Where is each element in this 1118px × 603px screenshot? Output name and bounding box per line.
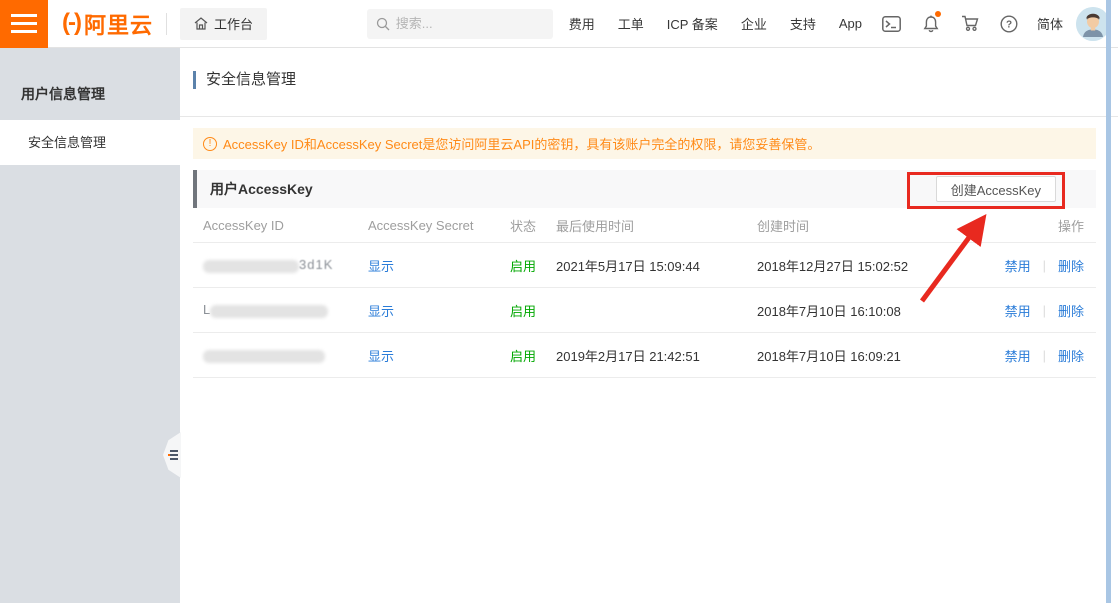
op-separator: | (1043, 258, 1046, 273)
table-row: 显示 启用 2019年2月17日 21:42:51 2018年7月10日 16:… (193, 332, 1096, 377)
col-status: 状态 (510, 216, 556, 235)
search-input[interactable] (396, 16, 526, 31)
table-section-title: 用户AccessKey (210, 179, 313, 199)
warning-text: AccessKey ID和AccessKey Secret是您访问阿里云API的… (223, 134, 820, 153)
col-last-used: 最后使用时间 (556, 216, 757, 235)
disable-link[interactable]: 禁用 (1005, 346, 1031, 365)
nav-link-support[interactable]: 支持 (790, 14, 816, 33)
op-separator: | (1043, 348, 1046, 363)
nav-icon-group: ? (882, 14, 1019, 34)
nav-link-tickets[interactable]: 工单 (618, 14, 644, 33)
warning-icon: ! (203, 137, 217, 151)
accesskey-warning-banner: ! AccessKey ID和AccessKey Secret是您访问阿里云AP… (193, 128, 1096, 159)
status-enabled: 启用 (510, 346, 556, 365)
search-icon (376, 17, 390, 31)
sidebar-item-security-info[interactable]: 安全信息管理 (0, 120, 180, 165)
status-enabled: 启用 (510, 301, 556, 320)
created-time: 2018年7月10日 16:10:08 (757, 301, 946, 320)
scrollbar-strip[interactable] (1106, 0, 1111, 603)
home-icon (194, 17, 208, 30)
show-secret-link[interactable]: 显示 (368, 304, 394, 319)
accesskey-secret-cell: 显示 (368, 301, 510, 320)
workbench-button[interactable]: 工作台 (180, 8, 267, 40)
table-section-header: 用户AccessKey 创建AccessKey (193, 170, 1096, 208)
cart-icon[interactable] (960, 14, 980, 34)
col-operations: 操作 (946, 216, 1084, 235)
row-operations: 禁用 | 删除 (946, 346, 1084, 365)
top-navbar: (-) 阿里云 工作台 费用 工单 ICP 备案 企业 支持 App ? 简体 (0, 0, 1118, 48)
hamburger-menu-icon[interactable] (0, 0, 48, 48)
delete-link[interactable]: 删除 (1058, 346, 1084, 365)
last-used-time: 2019年2月17日 21:42:51 (556, 346, 757, 365)
accesskey-secret-cell: 显示 (368, 346, 510, 365)
main-content: 安全信息管理 ! AccessKey ID和AccessKey Secret是您… (180, 48, 1118, 603)
col-accesskey-id: AccessKey ID (203, 218, 368, 233)
help-icon[interactable]: ? (999, 14, 1019, 34)
op-separator: | (1043, 303, 1046, 318)
page-title: 安全信息管理 (193, 71, 296, 89)
row-operations: 禁用 | 删除 (946, 301, 1084, 320)
disable-link[interactable]: 禁用 (1005, 256, 1031, 275)
accesskey-secret-cell: 显示 (368, 256, 510, 275)
user-avatar[interactable] (1076, 7, 1110, 41)
nav-link-icp[interactable]: ICP 备案 (667, 14, 718, 33)
accesskey-table-card: 用户AccessKey 创建AccessKey AccessKey ID Acc… (193, 170, 1096, 378)
show-secret-link[interactable]: 显示 (368, 349, 394, 364)
show-secret-link[interactable]: 显示 (368, 259, 394, 274)
nav-divider (166, 13, 167, 35)
cloudshell-icon[interactable] (882, 14, 902, 34)
language-switch[interactable]: 简体 (1037, 14, 1063, 33)
table-column-header: AccessKey ID AccessKey Secret 状态 最后使用时间 … (193, 208, 1096, 242)
table-row: 3d1K 显示 启用 2021年5月17日 15:09:44 2018年12月2… (193, 242, 1096, 287)
collapse-icon (170, 450, 178, 460)
notification-dot (935, 11, 941, 17)
disable-link[interactable]: 禁用 (1005, 301, 1031, 320)
created-time: 2018年7月10日 16:09:21 (757, 346, 946, 365)
nav-link-app[interactable]: App (839, 16, 862, 31)
status-enabled: 启用 (510, 256, 556, 275)
delete-link[interactable]: 删除 (1058, 256, 1084, 275)
accesskey-id-redacted (203, 347, 368, 362)
col-accesskey-secret: AccessKey Secret (368, 218, 510, 233)
nav-links: 费用 工单 ICP 备案 企业 支持 App (569, 14, 862, 33)
nav-link-billing[interactable]: 费用 (569, 14, 595, 33)
created-time: 2018年12月27日 15:02:52 (757, 256, 946, 275)
svg-text:?: ? (1006, 19, 1012, 30)
sidebar: 用户信息管理 安全信息管理 (0, 48, 180, 603)
last-used-time: 2021年5月17日 15:09:44 (556, 256, 757, 275)
accesskey-id-redacted: L (203, 302, 368, 317)
aliyun-logo-icon: (-) (62, 9, 80, 37)
workbench-label: 工作台 (214, 14, 253, 33)
sidebar-group-title: 用户信息管理 (0, 48, 180, 120)
notification-bell-icon[interactable] (921, 14, 941, 34)
nav-link-enterprise[interactable]: 企业 (741, 14, 767, 33)
aliyun-logo-text: 阿里云 (84, 8, 153, 40)
aliyun-logo[interactable]: (-) 阿里云 (62, 8, 153, 40)
row-operations: 禁用 | 删除 (946, 256, 1084, 275)
search-box[interactable] (367, 9, 553, 39)
accesskey-id-redacted: 3d1K (203, 257, 368, 272)
delete-link[interactable]: 删除 (1058, 301, 1084, 320)
table-row: L 显示 启用 2018年7月10日 16:10:08 禁用 | 删除 (193, 287, 1096, 332)
title-divider (180, 116, 1118, 117)
create-accesskey-button[interactable]: 创建AccessKey (936, 176, 1056, 202)
col-created: 创建时间 (757, 216, 946, 235)
